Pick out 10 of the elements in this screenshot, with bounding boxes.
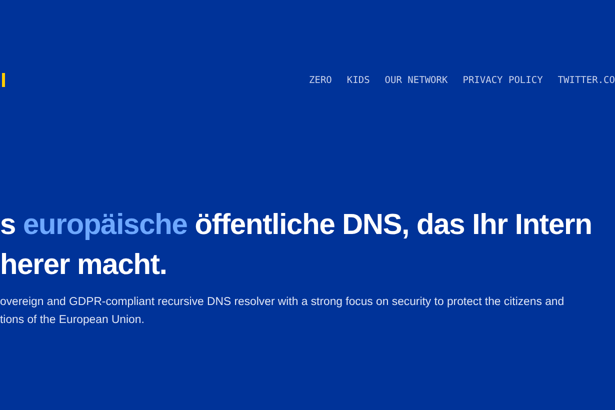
nav-link[interactable]: KIDS bbox=[346, 74, 370, 86]
description-text: tions of the European Union. bbox=[0, 313, 146, 328]
nav-link[interactable]: PRIVACY POLICY bbox=[462, 74, 543, 86]
nav-link[interactable]: ZERO bbox=[309, 74, 332, 86]
nav-link[interactable]: TWITTER.CO bbox=[558, 74, 615, 86]
description-text: overeign and GDPR-compliant recursive DNS resolver with a strong focus on security to protect the citizens and bbox=[0, 295, 566, 310]
headline-text: herer macht. bbox=[0, 248, 168, 283]
nav-link[interactable]: OUR NETWORK bbox=[384, 74, 448, 86]
headline-text: s europäische öffentliche DNS, das Ihr Intern bbox=[0, 208, 593, 243]
logo-bar bbox=[2, 73, 5, 87]
